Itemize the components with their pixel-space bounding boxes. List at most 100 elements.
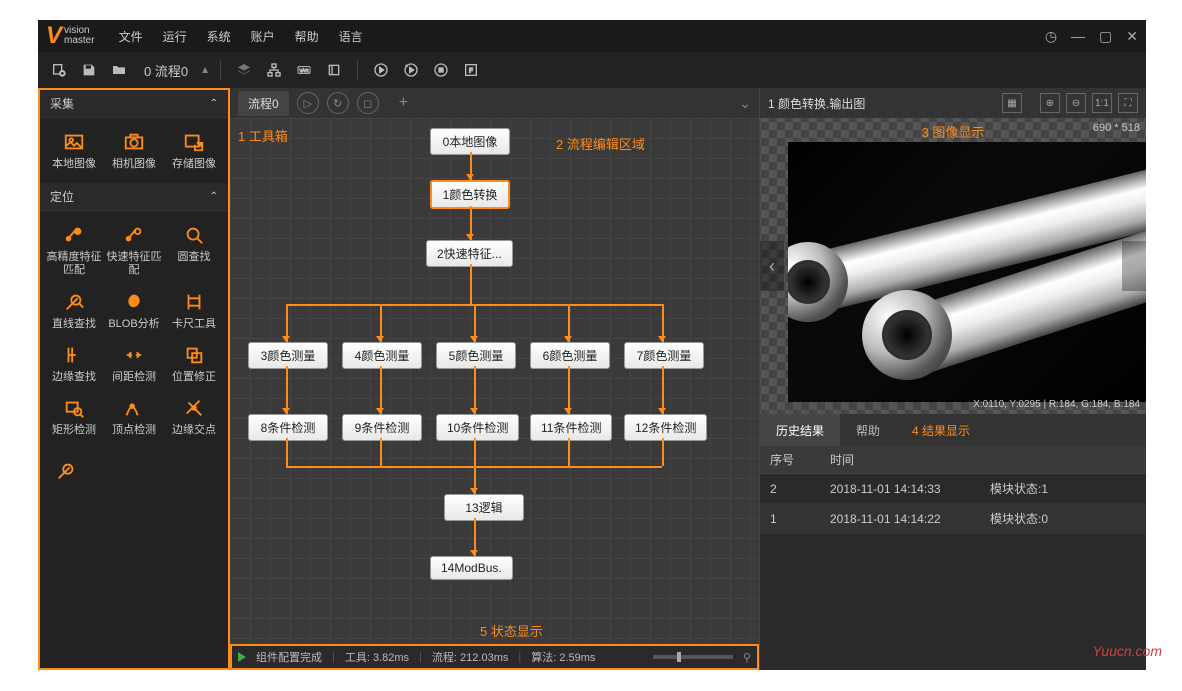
zoom-in-icon[interactable]: ⊕	[1040, 93, 1060, 113]
flow-canvas[interactable]: 1 工具箱 2 流程编辑区域 5 状态显示 0本地图像 1颜色转换 2快速特征.…	[230, 118, 759, 644]
annot-3: 3 图像显示	[922, 122, 985, 141]
menu-language[interactable]: 语言	[339, 28, 363, 45]
tree-icon[interactable]	[261, 57, 287, 83]
flow-stop-icon[interactable]: ◻	[357, 92, 379, 114]
close-button[interactable]: ✕	[1126, 28, 1138, 45]
tool-edge-find[interactable]: 边缘查找	[44, 339, 104, 388]
collapse-icon[interactable]: ⌄	[739, 95, 751, 112]
main-menu: 文件 运行 系统 账户 帮助 语言	[119, 28, 363, 45]
panel-capture-head[interactable]: 采集 ⌃	[40, 90, 228, 118]
tool-more-icon[interactable]	[54, 459, 78, 483]
zoom-search-icon[interactable]: ⚲	[743, 651, 751, 664]
node-0[interactable]: 0本地图像	[430, 128, 510, 155]
svg-text:VAR: VAR	[299, 68, 309, 73]
tool-rect-detect[interactable]: 矩形检测	[44, 392, 104, 441]
tool-vertex[interactable]: 顶点检测	[104, 392, 164, 441]
play-icon[interactable]	[368, 57, 394, 83]
tool-local-image[interactable]: 本地图像	[44, 126, 104, 175]
main-area: 流程0 ▷ ↻ ◻ + ⌄ 1 工具箱 2 流程编辑区域 5 状态显示 0本地图…	[230, 88, 1146, 670]
node-14[interactable]: 14ModBus.	[430, 556, 513, 580]
annot-2: 2 流程编辑区域	[556, 134, 645, 153]
menu-account[interactable]: 账户	[251, 28, 275, 45]
node-4[interactable]: 4颜色测量	[342, 342, 422, 369]
node-1[interactable]: 1颜色转换	[430, 180, 510, 209]
tab-help[interactable]: 帮助	[840, 414, 896, 446]
status-bar: 组件配置完成 | 工具: 3.82ms | 流程: 212.03ms | 算法:…	[230, 644, 759, 670]
tab-history[interactable]: 历史结果	[760, 414, 840, 446]
flow-tab-0[interactable]: 流程0	[238, 91, 289, 116]
menu-run[interactable]: 运行	[163, 28, 187, 45]
table-row[interactable]: 1 2018-11-01 14:14:22 模块状态:0	[760, 504, 1146, 534]
prev-image-icon[interactable]: ‹	[760, 241, 784, 291]
dropdown-icon[interactable]: ▲	[200, 65, 210, 76]
tool-hp-match[interactable]: 高精度特征匹配	[44, 219, 104, 281]
maximize-button[interactable]: ▢	[1099, 28, 1112, 45]
tool-fast-match[interactable]: 快速特征匹配	[104, 219, 164, 281]
var-icon[interactable]: VAR	[291, 57, 317, 83]
app-window: V vision master 文件 运行 系统 账户 帮助 语言 ◷ — ▢ …	[38, 20, 1146, 670]
open-icon[interactable]	[106, 57, 132, 83]
box-icon[interactable]	[321, 57, 347, 83]
tool-edge-cross[interactable]: 边缘交点	[164, 392, 224, 441]
new-icon[interactable]	[46, 57, 72, 83]
image-header: 1 颜色转换.输出图 ▦ ⊕ ⊖ 1:1 ⛶	[760, 88, 1146, 118]
node-10[interactable]: 10条件检测	[436, 414, 519, 441]
zoom-slider[interactable]	[653, 655, 733, 659]
node-13[interactable]: 13逻辑	[444, 494, 524, 521]
tool-save-image[interactable]: 存储图像	[164, 126, 224, 175]
node-7[interactable]: 7颜色测量	[624, 342, 704, 369]
chevron-up-icon: ⌃	[210, 191, 218, 202]
node-12[interactable]: 12条件检测	[624, 414, 707, 441]
chevron-up-icon: ⌃	[210, 98, 218, 109]
watermark: Yuucn.com	[1092, 643, 1162, 659]
image-view[interactable]: 3 图像显示 690 * 518 ‹ › X:0110, Y:0295 | R:…	[760, 118, 1146, 414]
add-tab-icon[interactable]: +	[399, 94, 408, 112]
next-image-icon[interactable]: ›	[1122, 241, 1146, 291]
zoom-out-icon[interactable]: ⊖	[1066, 93, 1086, 113]
fullscreen-icon[interactable]: F	[458, 57, 484, 83]
tool-camera-image[interactable]: 相机图像	[104, 126, 164, 175]
node-3[interactable]: 3颜色测量	[248, 342, 328, 369]
tool-pos-fix[interactable]: 位置修正	[164, 339, 224, 388]
image-title: 1 颜色转换.输出图	[768, 95, 996, 112]
layers-icon[interactable]	[231, 57, 257, 83]
table-row[interactable]: 2 2018-11-01 14:14:33 模块状态:1	[760, 474, 1146, 504]
fit-icon[interactable]: 1:1	[1092, 93, 1112, 113]
tool-circle-find[interactable]: 圆查找	[164, 219, 224, 281]
status-play-icon[interactable]	[238, 652, 246, 662]
node-11[interactable]: 11条件检测	[530, 414, 612, 441]
menu-help[interactable]: 帮助	[295, 28, 319, 45]
panel-capture: 本地图像 相机图像 存储图像	[40, 118, 228, 183]
node-9[interactable]: 9条件检测	[342, 414, 422, 441]
minimize-button[interactable]: —	[1071, 28, 1085, 44]
panel-locate: 高精度特征匹配 快速特征匹配 圆查找 直线查找 BLOB分析 卡尺工具 边缘查找…	[40, 211, 228, 449]
node-5[interactable]: 5颜色测量	[436, 342, 516, 369]
clock-icon[interactable]: ◷	[1045, 28, 1057, 45]
annot-1: 1 工具箱	[238, 126, 288, 145]
canvas-pane: 流程0 ▷ ↻ ◻ + ⌄ 1 工具箱 2 流程编辑区域 5 状态显示 0本地图…	[230, 88, 760, 670]
node-2[interactable]: 2快速特征...	[426, 240, 513, 267]
flow-play-icon[interactable]: ▷	[297, 92, 319, 114]
tool-blob[interactable]: BLOB分析	[104, 286, 164, 335]
menu-file[interactable]: 文件	[119, 28, 143, 45]
expand-icon[interactable]: ⛶	[1118, 93, 1138, 113]
tool-caliper[interactable]: 卡尺工具	[164, 286, 224, 335]
flow-loop-icon[interactable]: ↻	[327, 92, 349, 114]
logo: V vision master	[46, 22, 95, 50]
stop-icon[interactable]	[428, 57, 454, 83]
image-coords: X:0110, Y:0295 | R:184, G:184, B:184	[973, 399, 1140, 410]
node-8[interactable]: 8条件检测	[248, 414, 328, 441]
save-icon[interactable]	[76, 57, 102, 83]
annot-5: 5 状态显示	[480, 621, 543, 640]
tool-line-find[interactable]: 直线查找	[44, 286, 104, 335]
panel-locate-head[interactable]: 定位 ⌃	[40, 183, 228, 211]
svg-text:F: F	[469, 69, 473, 75]
img-grid-icon[interactable]: ▦	[1002, 93, 1022, 113]
flow-name[interactable]: 0 流程0	[136, 61, 196, 80]
sidebar: 采集 ⌃ 本地图像 相机图像 存储图像 定位 ⌃ 高精度特征匹配 快速特征匹配 …	[38, 88, 230, 670]
table-head: 序号 时间	[760, 446, 1146, 474]
node-6[interactable]: 6颜色测量	[530, 342, 610, 369]
menu-system[interactable]: 系统	[207, 28, 231, 45]
tool-gap-detect[interactable]: 间距检测	[104, 339, 164, 388]
play-once-icon[interactable]	[398, 57, 424, 83]
